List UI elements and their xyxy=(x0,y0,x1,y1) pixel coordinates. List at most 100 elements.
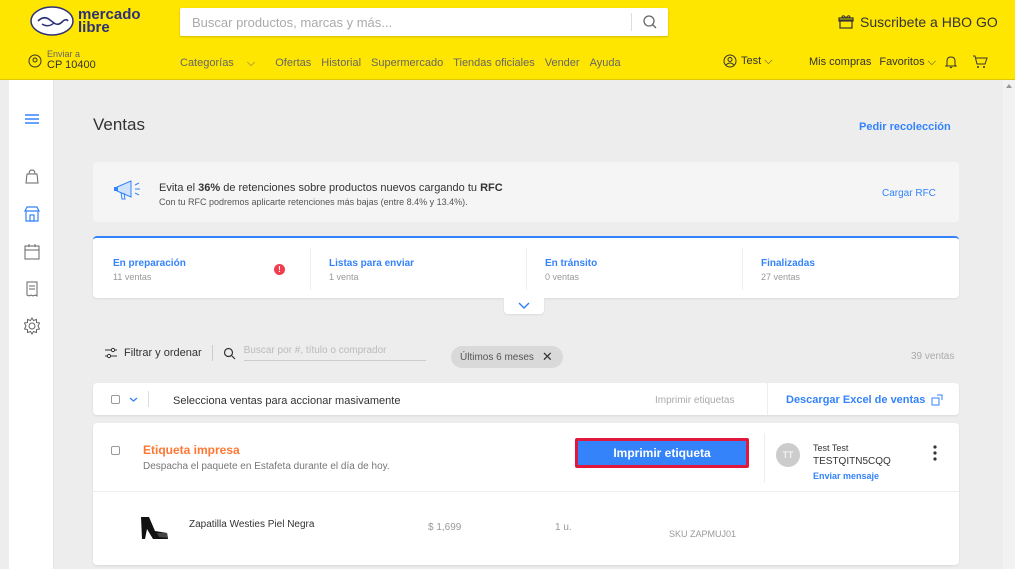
select-all-checkbox[interactable] xyxy=(111,395,120,404)
location-selector[interactable]: Enviar a CP 10400 xyxy=(28,50,96,71)
chevron-down-icon: ⌵ xyxy=(927,55,936,68)
nav-label: Categorías xyxy=(180,57,234,69)
location-pin-icon xyxy=(28,54,42,67)
status-label: Finalizadas xyxy=(761,258,815,269)
order-card: Etiqueta impresa Despacha el paquete en … xyxy=(93,423,959,565)
chip-label: Últimos 6 meses xyxy=(460,351,534,363)
receipt-icon[interactable] xyxy=(23,280,41,298)
user-name: Test xyxy=(741,55,762,67)
favorites-menu[interactable]: Favoritos ⌵ xyxy=(879,56,936,69)
sidebar xyxy=(9,80,54,569)
product-title[interactable]: Zapatilla Westies Piel Negra xyxy=(189,519,314,530)
download-icon xyxy=(931,394,943,406)
nav-ofertas[interactable]: Ofertas xyxy=(275,57,311,70)
send-message-link[interactable]: Enviar mensaje xyxy=(813,471,879,481)
expand-toggle[interactable] xyxy=(504,298,544,314)
rfc-banner: Evita el 36% de retenciones sobre produc… xyxy=(93,162,959,222)
status-label: En preparación xyxy=(113,258,186,269)
page-title: Ventas xyxy=(93,115,145,134)
cart-icon[interactable] xyxy=(972,55,988,69)
nav-supermercado[interactable]: Supermercado xyxy=(371,57,443,70)
bulk-instructions: Selecciona ventas para accionar masivame… xyxy=(173,395,401,407)
more-options-icon[interactable] xyxy=(933,445,937,461)
logo[interactable]: mercado libre xyxy=(30,6,141,36)
order-status: Etiqueta impresa xyxy=(143,443,240,457)
chevron-down-icon: ⌵ xyxy=(764,54,773,67)
rfc-subtitle: Con tu RFC podremos aplicarte retencione… xyxy=(159,197,468,207)
print-labels-button[interactable]: Imprimir etiquetas xyxy=(655,395,734,406)
status-divider xyxy=(310,248,311,290)
handshake-logo-icon xyxy=(30,6,74,36)
search-icon[interactable] xyxy=(642,14,658,30)
sales-search-input[interactable] xyxy=(243,345,426,361)
calendar-icon[interactable] xyxy=(23,243,41,261)
cargar-rfc-link[interactable]: Cargar RFC xyxy=(882,188,936,199)
main-nav: Categorías ⌵ Ofertas Historial Supermerc… xyxy=(180,57,631,70)
status-divider xyxy=(742,248,743,290)
header: mercado libre Suscribete a HBO GO Enviar… xyxy=(0,0,1015,80)
chevron-down-icon[interactable] xyxy=(129,395,138,404)
rfc-title-percent: 36% xyxy=(198,182,221,194)
close-icon[interactable]: ✕ xyxy=(542,349,553,365)
user-menu[interactable]: Test ⌵ xyxy=(723,54,773,68)
order-divider xyxy=(764,433,765,483)
scroll-up-icon[interactable] xyxy=(1006,84,1012,88)
filter-sort-button[interactable]: Filtrar y ordenar xyxy=(124,347,202,359)
status-count: 11 ventas xyxy=(113,272,152,282)
product-sku: SKU ZAPMUJ01 xyxy=(669,529,737,539)
location-value: CP 10400 xyxy=(47,59,96,71)
search-bar xyxy=(180,8,668,36)
header-actions: Mis compras Favoritos ⌵ xyxy=(809,55,996,69)
nav-tiendas-oficiales[interactable]: Tiendas oficiales xyxy=(453,57,535,70)
filter-icon xyxy=(105,347,117,359)
my-purchases-link[interactable]: Mis compras xyxy=(809,56,871,68)
buyer-nickname: TESTQITN5CQQ xyxy=(813,456,891,467)
nav-vender[interactable]: Vender xyxy=(545,57,580,70)
status-finalizadas[interactable]: Finalizadas 27 ventas xyxy=(761,258,815,282)
order-checkbox[interactable] xyxy=(111,446,120,455)
status-count: 0 ventas xyxy=(545,272,580,282)
alert-icon: ! xyxy=(274,264,285,275)
status-label: Listas para enviar xyxy=(329,258,415,269)
product-quantity: 1 u. xyxy=(555,522,572,533)
promo-text: Suscribete a HBO GO xyxy=(860,14,998,30)
chevron-down-icon xyxy=(518,302,530,310)
buyer-name: Test Test xyxy=(813,443,849,453)
rfc-title-text: Evita el xyxy=(159,182,199,194)
print-label-button[interactable]: Imprimir etiqueta xyxy=(575,438,749,468)
status-en-transito[interactable]: En tránsito 0 ventas xyxy=(545,258,597,282)
product-price: $ 1,699 xyxy=(428,522,462,533)
gear-icon[interactable] xyxy=(23,317,41,335)
nav-ayuda[interactable]: Ayuda xyxy=(590,57,621,70)
user-icon xyxy=(723,54,737,68)
date-filter-chip[interactable]: Últimos 6 meses ✕ xyxy=(451,346,563,368)
status-listas-para-enviar[interactable]: Listas para enviar 1 venta xyxy=(329,258,414,282)
nav-categorias[interactable]: Categorías ⌵ xyxy=(180,57,265,70)
download-excel-button[interactable]: Descargar Excel de ventas xyxy=(786,394,943,406)
bag-icon[interactable] xyxy=(23,168,41,186)
hbo-promo-link[interactable]: Suscribete a HBO GO xyxy=(838,14,998,30)
status-count: 27 ventas xyxy=(761,272,801,282)
bell-icon[interactable] xyxy=(944,55,958,69)
sales-count: 39 ventas xyxy=(911,351,955,362)
menu-icon[interactable] xyxy=(23,110,41,128)
status-count: 1 venta xyxy=(329,272,359,282)
download-excel-label: Descargar Excel de ventas xyxy=(786,394,926,406)
product-image[interactable] xyxy=(137,511,171,545)
favorites-label: Favoritos xyxy=(879,55,925,68)
scrollbar[interactable] xyxy=(1003,80,1015,569)
megaphone-icon xyxy=(114,180,140,200)
logo-text: mercado libre xyxy=(78,7,141,35)
search-icon xyxy=(223,347,236,359)
search-input[interactable] xyxy=(180,8,620,36)
status-en-preparacion[interactable]: En preparación 11 ventas xyxy=(113,258,186,282)
status-divider xyxy=(526,248,527,290)
store-icon[interactable] xyxy=(23,205,41,223)
rfc-title-rfc: RFC xyxy=(480,182,503,194)
nav-historial[interactable]: Historial xyxy=(321,57,361,70)
rfc-title-text: de retenciones sobre productos nuevos ca… xyxy=(220,182,481,194)
bulk-actions-bar: Selecciona ventas para accionar masivame… xyxy=(93,383,959,415)
pedir-recoleccion-link[interactable]: Pedir recolección xyxy=(859,121,951,133)
order-divider xyxy=(93,491,959,492)
chevron-down-icon: ⌵ xyxy=(246,57,256,69)
